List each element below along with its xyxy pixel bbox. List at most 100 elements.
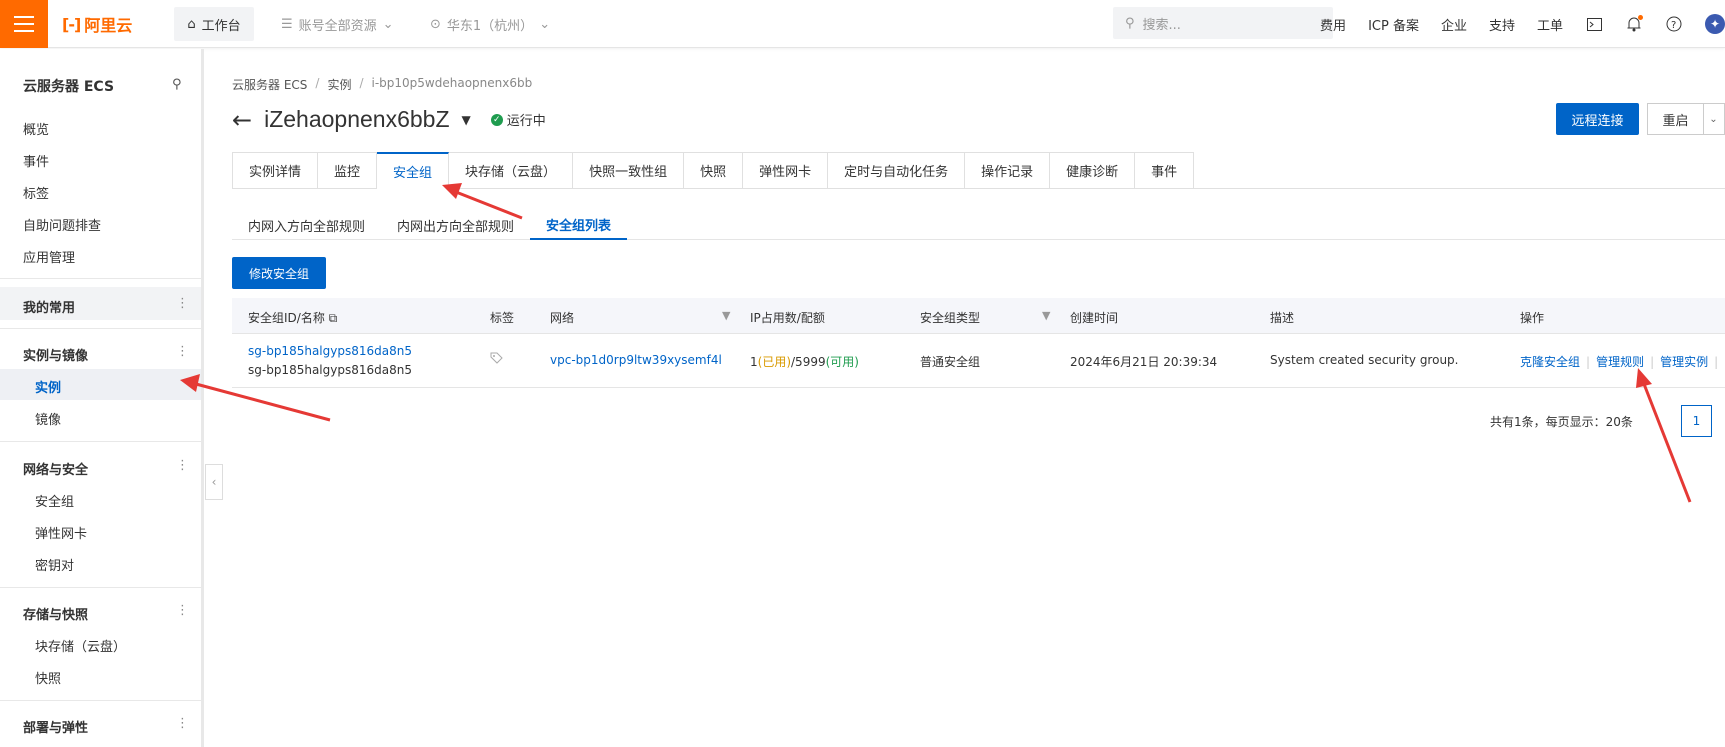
header-description: 描述 [1270, 311, 1295, 325]
copy-icon[interactable]: ⧉ [329, 311, 338, 325]
remote-connect-button[interactable]: 远程连接 [1556, 103, 1639, 135]
tab-snapshots[interactable]: 快照 [684, 152, 744, 189]
tab-operation-logs[interactable]: 操作记录 [965, 152, 1051, 189]
sidebar-group-deploy[interactable]: 部署与弹性 [23, 717, 88, 736]
header-network: 网络 [550, 311, 575, 325]
sidebar: 云服务器 ECS ⚲ 概览 事件 标签 自助问题排查 应用管理 我的常用 ⋮ 实… [0, 49, 204, 747]
region-dropdown[interactable]: ⊙ 华东1（杭州） ⌄ [430, 13, 550, 35]
account-resources-dropdown[interactable]: ☰ 账号全部资源 ⌄ [281, 13, 394, 35]
sidebar-item-security-groups[interactable]: 安全组 [35, 491, 74, 510]
user-avatar[interactable]: ✦ [1705, 14, 1725, 34]
sidebar-group-instances-images[interactable]: 实例与镜像 [23, 345, 88, 364]
sidebar-item-self-diagnosis[interactable]: 自助问题排查 [23, 215, 101, 234]
sidebar-group-network-security[interactable]: 网络与安全 [23, 459, 88, 478]
tab-health-diagnosis[interactable]: 健康诊断 [1050, 152, 1136, 189]
kebab-icon[interactable]: ⋮ [176, 603, 189, 618]
chevron-down-icon: ⌄ [382, 16, 394, 32]
sidebar-item-images[interactable]: 镜像 [35, 409, 61, 428]
breadcrumb: 云服务器 ECS / 实例 / i-bp10p5wdehaopnenx6bb [232, 76, 532, 93]
console-label: 工作台 [201, 18, 241, 34]
status-badge: ✓ 运行中 [490, 110, 546, 129]
console-button[interactable]: ⌂ 工作台 [174, 7, 254, 41]
kebab-icon[interactable]: ⋮ [176, 458, 189, 473]
global-search-input[interactable]: ⚲ 搜索... [1113, 7, 1333, 39]
tab-instance-details[interactable]: 实例详情 [232, 152, 319, 189]
tab-scheduled-tasks[interactable]: 定时与自动化任务 [828, 152, 966, 189]
manage-rules-link[interactable]: 管理规则 [1596, 355, 1644, 369]
ip-usage: 1(已用)/5999(可用) [750, 355, 859, 369]
link-enterprise[interactable]: 企业 [1441, 15, 1467, 34]
subtab-outbound-rules[interactable]: 内网出方向全部规则 [381, 210, 530, 240]
kebab-icon[interactable]: ⋮ [176, 296, 189, 311]
sidebar-item-tags[interactable]: 标签 [23, 183, 49, 202]
sidebar-collapse-handle[interactable]: ‹ [205, 464, 223, 500]
sidebar-divider [0, 441, 201, 442]
terminal-icon[interactable] [1585, 15, 1603, 33]
row-actions: 克隆安全组 | 管理规则 | 管理实例 | [1520, 355, 1719, 369]
sidebar-divider [0, 700, 201, 701]
kebab-icon[interactable]: ⋮ [176, 716, 189, 731]
sg-type: 普通安全组 [920, 355, 981, 369]
kebab-icon[interactable]: ⋮ [176, 344, 189, 359]
tab-events[interactable]: 事件 [1135, 152, 1195, 189]
bell-icon[interactable] [1625, 15, 1643, 33]
menu-icon[interactable] [0, 0, 48, 48]
tab-block-storage[interactable]: 块存储（云盘） [449, 152, 574, 189]
sidebar-item-block-storage[interactable]: 块存储（云盘） [35, 636, 126, 655]
header-sg-type: 安全组类型 [920, 311, 981, 325]
sg-id-link[interactable]: sg-bp185halgyps816da8n5 [248, 344, 412, 358]
sidebar-item-instances[interactable]: 实例 [35, 377, 61, 396]
tab-monitoring[interactable]: 监控 [318, 152, 378, 189]
aliyun-logo[interactable]: [-] 阿里云 [62, 12, 132, 36]
tag-icon[interactable] [490, 352, 503, 368]
sidebar-item-keypairs[interactable]: 密钥对 [35, 555, 74, 574]
tab-security-groups[interactable]: 安全组 [377, 152, 450, 189]
sidebar-group-storage[interactable]: 存储与快照 [23, 604, 88, 623]
sidebar-group-favorites[interactable]: 我的常用 [23, 297, 75, 316]
header-sg-id: 安全组ID/名称 ⧉ [248, 311, 338, 325]
subtab-security-group-list[interactable]: 安全组列表 [530, 210, 628, 240]
filter-icon[interactable]: ▼ [1042, 309, 1050, 322]
breadcrumb-separator: / [359, 76, 364, 90]
header-actions: 操作 [1520, 311, 1545, 325]
instance-name: iZehaopnenx6bbZ [264, 106, 450, 132]
search-placeholder: 搜索... [1142, 17, 1181, 33]
link-icp[interactable]: ICP 备案 [1368, 15, 1419, 34]
status-text: 运行中 [506, 114, 546, 129]
table-header: 安全组ID/名称 ⧉ 标签 网络 ▼ IP占用数/配额 安全组类型 ▼ 创建时间… [232, 298, 1725, 334]
link-support[interactable]: 支持 [1489, 15, 1515, 34]
manage-instances-link[interactable]: 管理实例 [1660, 355, 1708, 369]
restart-button[interactable]: 重启 [1647, 103, 1704, 135]
vpc-link[interactable]: vpc-bp1d0rp9ltw39xysemf4l [550, 353, 722, 367]
sidebar-item-eni[interactable]: 弹性网卡 [35, 523, 87, 542]
security-subtabs: 内网入方向全部规则 内网出方向全部规则 安全组列表 [232, 210, 628, 240]
caret-down-icon[interactable]: ▼ [462, 113, 471, 127]
link-billing[interactable]: 费用 [1320, 15, 1346, 34]
sidebar-item-overview[interactable]: 概览 [23, 119, 49, 138]
tab-snapshot-consistency-group[interactable]: 快照一致性组 [573, 152, 685, 189]
sidebar-divider [0, 328, 201, 329]
sidebar-item-events[interactable]: 事件 [23, 151, 49, 170]
sidebar-item-app-management[interactable]: 应用管理 [23, 247, 75, 266]
tab-eni[interactable]: 弹性网卡 [743, 152, 829, 189]
help-icon[interactable]: ? [1665, 15, 1683, 33]
breadcrumb-instances[interactable]: 实例 [327, 76, 351, 93]
check-circle-icon: ✓ [490, 113, 503, 126]
sidebar-item-snapshots[interactable]: 快照 [35, 668, 61, 687]
clone-sg-link[interactable]: 克隆安全组 [1520, 355, 1580, 369]
subtab-inbound-rules[interactable]: 内网入方向全部规则 [232, 210, 381, 240]
modify-security-group-button[interactable]: 修改安全组 [232, 257, 326, 289]
back-arrow-icon[interactable]: ← [232, 108, 252, 132]
filter-icon[interactable]: ▼ [722, 309, 730, 322]
header-ip-quota: IP占用数/配额 [750, 311, 825, 325]
link-ticket[interactable]: 工单 [1537, 15, 1563, 34]
region-label: 华东1（杭州） [446, 18, 534, 34]
created-time: 2024年6月21日 20:39:34 [1070, 355, 1218, 369]
location-icon: ⊙ [430, 16, 441, 32]
search-icon: ⚲ [1125, 15, 1135, 31]
more-actions-chevron-icon[interactable]: ⌄ [1703, 103, 1725, 135]
page-number-button[interactable]: 1 [1681, 405, 1712, 437]
breadcrumb-ecs[interactable]: 云服务器 ECS [232, 76, 307, 93]
instance-tabs: 实例详情 监控 安全组 块存储（云盘） 快照一致性组 快照 弹性网卡 定时与自动… [232, 152, 1195, 189]
sidebar-search-icon[interactable]: ⚲ [172, 77, 182, 92]
